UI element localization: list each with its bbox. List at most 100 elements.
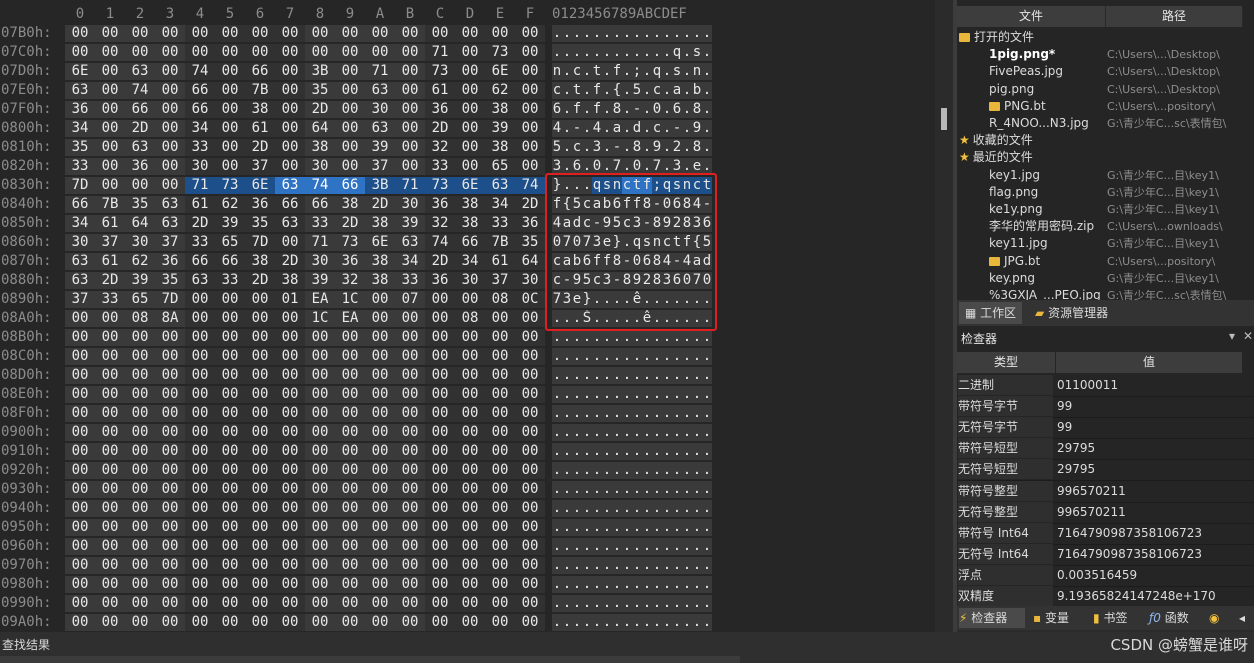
hex-byte[interactable]: 00: [395, 367, 425, 384]
hex-byte[interactable]: 00: [455, 462, 485, 479]
hex-byte[interactable]: 00: [485, 310, 515, 327]
hex-byte[interactable]: 00: [65, 557, 95, 574]
hex-byte[interactable]: 00: [275, 44, 305, 61]
ascii-text[interactable]: ............q.s.: [552, 44, 712, 61]
hex-byte[interactable]: 00: [155, 44, 185, 61]
hex-byte[interactable]: 00: [425, 386, 455, 403]
ascii-text[interactable]: ................: [552, 576, 712, 593]
ascii-text[interactable]: ................: [552, 557, 712, 574]
hex-byte[interactable]: 66: [185, 253, 215, 270]
hex-byte[interactable]: 00: [65, 500, 95, 517]
hex-byte[interactable]: 00: [395, 310, 425, 327]
hex-byte[interactable]: 34: [185, 120, 215, 137]
hex-byte[interactable]: 00: [365, 462, 395, 479]
hex-byte[interactable]: 00: [515, 348, 545, 365]
hex-byte[interactable]: 00: [455, 25, 485, 42]
hex-byte[interactable]: 35: [515, 234, 545, 251]
hex-byte[interactable]: 00: [125, 424, 155, 441]
hex-byte[interactable]: EA: [335, 310, 365, 327]
hex-byte[interactable]: 00: [515, 63, 545, 80]
hex-byte[interactable]: 00: [155, 139, 185, 156]
hex-byte[interactable]: 00: [95, 367, 125, 384]
hex-byte[interactable]: 36: [425, 101, 455, 118]
hex-byte[interactable]: 71: [425, 44, 455, 61]
hex-byte[interactable]: 00: [395, 538, 425, 555]
hex-byte[interactable]: 65: [125, 291, 155, 308]
hex-byte[interactable]: 00: [365, 291, 395, 308]
hex-byte[interactable]: 00: [365, 500, 395, 517]
hex-byte[interactable]: 33: [95, 291, 125, 308]
hex-byte[interactable]: 00: [455, 595, 485, 612]
hex-byte[interactable]: 00: [485, 424, 515, 441]
hex-byte[interactable]: 00: [95, 158, 125, 175]
inspector-value[interactable]: 01100011: [1057, 375, 1118, 396]
hex-byte[interactable]: 00: [215, 63, 245, 80]
hex-byte[interactable]: 00: [395, 44, 425, 61]
hex-byte[interactable]: 36: [425, 272, 455, 289]
hex-byte[interactable]: 00: [275, 82, 305, 99]
hex-byte[interactable]: 00: [185, 44, 215, 61]
hex-byte[interactable]: 08: [455, 310, 485, 327]
hex-byte[interactable]: 00: [95, 177, 125, 194]
hex-byte[interactable]: 00: [335, 63, 365, 80]
hex-byte[interactable]: 00: [335, 44, 365, 61]
hex-byte[interactable]: 00: [365, 481, 395, 498]
hex-byte[interactable]: 00: [185, 329, 215, 346]
hex-byte[interactable]: 00: [245, 576, 275, 593]
hex-byte[interactable]: 00: [65, 443, 95, 460]
hex-byte[interactable]: 00: [515, 329, 545, 346]
hex-byte[interactable]: 00: [65, 576, 95, 593]
hex-byte[interactable]: 38: [485, 139, 515, 156]
hex-byte[interactable]: 00: [335, 481, 365, 498]
ascii-text[interactable]: c. t. f.{. 5. c. a. b.: [552, 82, 712, 99]
inspector-row[interactable]: 无符号短型 29795: [957, 459, 1254, 482]
hex-byte[interactable]: 00: [275, 120, 305, 137]
hex-byte[interactable]: 00: [335, 139, 365, 156]
file-list-item[interactable]: 打开的文件: [959, 29, 1034, 46]
hex-byte[interactable]: 00: [95, 519, 125, 536]
hex-byte[interactable]: 61: [425, 82, 455, 99]
ascii-text[interactable]: ................: [552, 614, 712, 631]
hex-byte[interactable]: 33: [305, 215, 335, 232]
hex-byte[interactable]: 00: [245, 310, 275, 327]
hex-byte[interactable]: 73: [215, 177, 245, 194]
hex-byte[interactable]: 00: [455, 139, 485, 156]
hex-byte[interactable]: 00: [395, 614, 425, 631]
hex-byte[interactable]: 00: [365, 329, 395, 346]
hex-byte[interactable]: 2D: [245, 272, 275, 289]
hex-byte[interactable]: 74: [305, 177, 335, 194]
hex-byte[interactable]: 71: [395, 177, 425, 194]
hex-byte[interactable]: 00: [365, 310, 395, 327]
ascii-text[interactable]: ................: [552, 443, 712, 460]
hex-byte[interactable]: 00: [515, 481, 545, 498]
hex-byte[interactable]: 00: [305, 443, 335, 460]
hex-byte[interactable]: 00: [515, 367, 545, 384]
hex-byte[interactable]: 00: [65, 310, 95, 327]
hex-byte[interactable]: 00: [425, 538, 455, 555]
hex-byte[interactable]: 00: [455, 538, 485, 555]
hex-byte[interactable]: 00: [515, 500, 545, 517]
hex-byte[interactable]: 63: [65, 82, 95, 99]
hex-byte[interactable]: 00: [245, 405, 275, 422]
hex-byte[interactable]: 00: [125, 443, 155, 460]
eye-icon[interactable]: ◉: [1209, 608, 1219, 628]
hex-byte[interactable]: 00: [65, 25, 95, 42]
hex-byte[interactable]: 00: [185, 519, 215, 536]
hex-byte[interactable]: 6E: [455, 177, 485, 194]
ascii-text[interactable]: ................: [552, 538, 712, 555]
hex-byte[interactable]: 00: [305, 367, 335, 384]
hex-byte[interactable]: 36: [245, 196, 275, 213]
inspector-row[interactable]: 带符号短型 29795: [957, 438, 1254, 461]
hex-byte[interactable]: 00: [95, 614, 125, 631]
hex-byte[interactable]: 38: [455, 215, 485, 232]
hex-byte[interactable]: 00: [275, 538, 305, 555]
hex-byte[interactable]: 00: [185, 576, 215, 593]
inspector-value[interactable]: 7164790987358106723: [1057, 544, 1202, 565]
hex-byte[interactable]: 01: [275, 291, 305, 308]
hex-byte[interactable]: 00: [215, 310, 245, 327]
hex-byte[interactable]: 36: [425, 196, 455, 213]
hex-byte[interactable]: 08: [485, 291, 515, 308]
hex-byte[interactable]: 00: [305, 576, 335, 593]
hex-byte[interactable]: 00: [485, 481, 515, 498]
hex-byte[interactable]: 00: [215, 557, 245, 574]
